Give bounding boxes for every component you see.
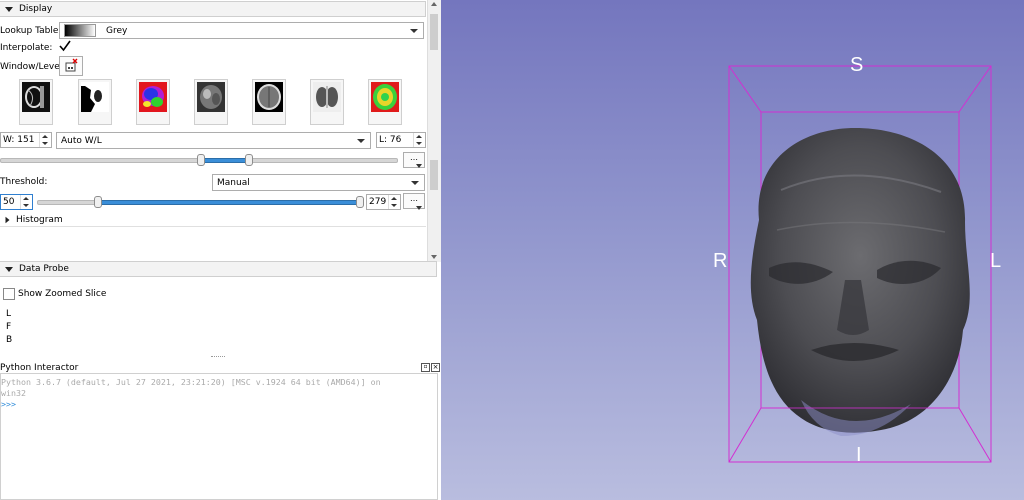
window-level-max-handle[interactable] (245, 154, 253, 166)
console-line-1: Python 3.6.7 (default, Jul 27 2021, 23:2… (1, 377, 381, 387)
float-button[interactable]: ▫ (421, 363, 430, 372)
histogram-collapsible[interactable]: Histogram (0, 214, 426, 227)
probe-line-f: F (6, 322, 12, 332)
threshold-slider-range (98, 200, 360, 205)
spin-arrows-icon[interactable] (39, 133, 51, 147)
lookup-table-combobox[interactable]: Grey (59, 22, 424, 39)
checkmark-icon (59, 40, 71, 52)
window-level-edit-button[interactable] (59, 56, 83, 76)
orientation-superior: S (850, 54, 864, 76)
lookup-table-value: Grey (106, 25, 128, 36)
splitter-handle[interactable] (211, 356, 225, 359)
probe-line-l: L (6, 309, 12, 319)
threshold-min-spinbox[interactable]: 50 (0, 194, 33, 210)
preset-pet[interactable] (136, 79, 170, 125)
module-panel-scrollbar[interactable] (427, 0, 441, 262)
threshold-max-spinbox[interactable]: 279 (366, 194, 401, 210)
preset-ct-lung[interactable] (310, 79, 344, 125)
window-level-label: Window/Level: (0, 62, 66, 72)
preset-dti[interactable] (368, 79, 402, 125)
collapse-triangle-icon (5, 6, 13, 12)
spin-arrows-icon[interactable] (413, 133, 425, 147)
window-value: W: 151 (3, 135, 35, 145)
orientation-right: R (713, 250, 728, 272)
window-level-icon (65, 58, 78, 72)
orientation-left: L (990, 250, 1002, 272)
preset-ct-brain[interactable] (252, 79, 286, 125)
spin-arrows-icon[interactable] (20, 195, 32, 209)
preset-ct-abdomen[interactable] (194, 79, 228, 125)
preset-ct-air[interactable] (78, 79, 112, 125)
probe-line-b: B (6, 335, 13, 345)
threshold-max-handle[interactable] (356, 196, 364, 208)
head-volume (750, 128, 970, 436)
display-section-header[interactable]: Display (0, 1, 426, 17)
3d-view[interactable]: S R L I (441, 0, 1024, 500)
close-icon[interactable]: × (431, 363, 440, 372)
threshold-max-value: 279 (369, 197, 387, 207)
grey-gradient-icon (64, 24, 96, 37)
window-level-slider-range (203, 158, 248, 163)
data-probe-section-header[interactable]: Data Probe (0, 261, 437, 277)
chevron-down-icon[interactable] (416, 206, 422, 210)
chevron-down-icon[interactable] (416, 164, 422, 168)
volume-render (728, 65, 992, 463)
python-interactor-title: Python Interactor (0, 363, 79, 373)
show-zoomed-slice-label: Show Zoomed Slice (18, 289, 107, 299)
orientation-inferior: I (856, 444, 862, 466)
collapse-triangle-icon (5, 266, 13, 272)
interpolate-label: Interpolate: (0, 43, 53, 53)
scrollbar-thumb[interactable] (430, 14, 438, 50)
threshold-min-handle[interactable] (94, 196, 102, 208)
window-level-min-handle[interactable] (197, 154, 205, 166)
level-spinbox[interactable]: L: 76 (376, 132, 426, 148)
python-console[interactable]: Python 3.6.7 (default, Jul 27 2021, 23:2… (0, 373, 438, 500)
module-panel: Display Lookup Table: Grey Interpolate: … (0, 0, 441, 500)
spin-arrows-icon[interactable] (388, 195, 400, 209)
auto-wl-combobox[interactable]: Auto W/L (56, 132, 371, 149)
preset-ct-bone[interactable] (19, 79, 53, 125)
auto-wl-value: Auto W/L (61, 135, 102, 146)
lookup-table-label: Lookup Table: (0, 26, 62, 36)
console-line-2: win32 (1, 388, 26, 398)
display-header-label: Display (19, 4, 53, 14)
show-zoomed-slice-checkbox[interactable] (3, 288, 15, 300)
chevron-down-icon (357, 139, 365, 143)
threshold-label: Threshold: (0, 177, 48, 187)
console-prompt: >>> (1, 399, 16, 409)
threshold-min-value: 50 (3, 197, 15, 207)
chevron-down-icon (411, 181, 419, 185)
chevron-down-icon (410, 29, 418, 33)
threshold-mode-combobox[interactable]: Manual (212, 174, 425, 191)
window-spinbox[interactable]: W: 151 (0, 132, 52, 148)
level-value: L: 76 (379, 135, 402, 145)
threshold-mode-value: Manual (217, 177, 250, 188)
histogram-label: Histogram (16, 215, 63, 225)
expand-triangle-icon (5, 216, 10, 224)
data-probe-header-label: Data Probe (19, 264, 69, 274)
interpolate-checkbox[interactable] (59, 40, 71, 52)
